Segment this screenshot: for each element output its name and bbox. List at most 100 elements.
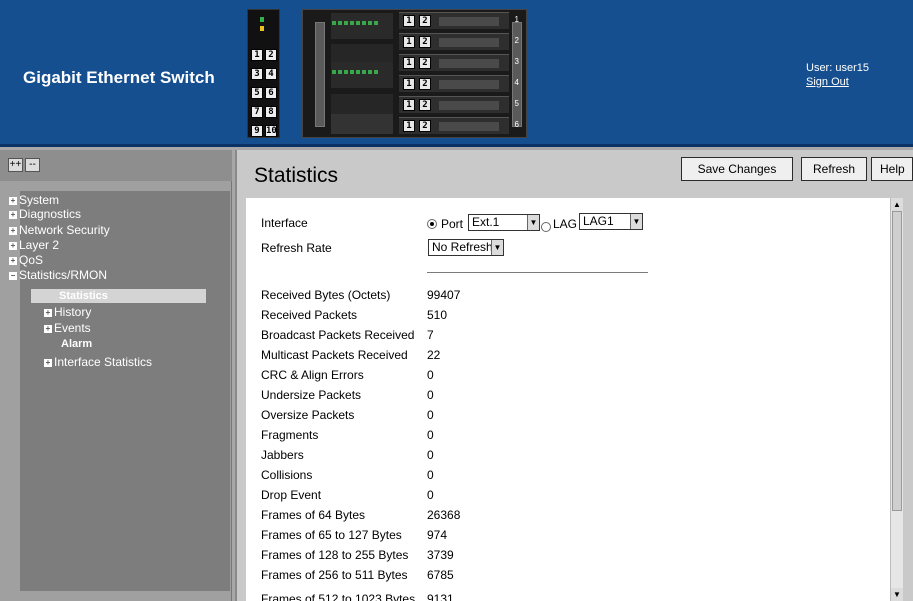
bay-module-label: 1 (403, 15, 415, 27)
expand-icon: + (9, 240, 17, 250)
fan-module (331, 62, 393, 88)
nav-item-statistics-rmon[interactable]: − Statistics/RMON (9, 268, 107, 282)
nav-item-label: QoS (19, 253, 44, 267)
nav-item-layer-2[interactable]: + Layer 2 (9, 238, 59, 252)
stat-value: 0 (427, 368, 434, 382)
statistics-content: Interface Port Ext.1 ▼ LAG LAG1 ▼ Refres… (246, 198, 903, 601)
page-title: Statistics (254, 164, 339, 187)
port-number: 4 (265, 68, 277, 80)
bay-module-label: 1 (403, 120, 415, 132)
port-select[interactable]: Ext.1 ▼ (468, 214, 540, 231)
chevron-down-icon: ▼ (527, 215, 539, 230)
collapse-icon: − (9, 270, 17, 280)
stat-value: 0 (427, 388, 434, 402)
nav-item-label: System (19, 193, 60, 207)
nav-item-label: Events (54, 321, 91, 335)
app-title: Gigabit Ethernet Switch (23, 68, 215, 87)
user-info: User: user15 Sign Out (806, 61, 869, 89)
user-label: User: user15 (806, 62, 869, 74)
stat-label: Drop Event (261, 488, 322, 502)
stat-value: 0 (427, 408, 434, 422)
stat-label: Oversize Packets (261, 408, 355, 422)
nav-item-network-security[interactable]: + Network Security (9, 223, 110, 237)
bay-number: 4 (514, 78, 519, 87)
status-led (260, 26, 264, 31)
stat-value: 22 (427, 348, 441, 362)
stat-label: Received Packets (261, 308, 358, 322)
stat-label: Received Bytes (Octets) (261, 288, 391, 302)
port-select-value: Ext.1 (472, 215, 500, 229)
port-number: 7 (251, 106, 263, 118)
port-number: 8 (265, 106, 277, 118)
chevron-down-icon: ▼ (630, 214, 642, 229)
stat-value: 510 (427, 308, 448, 322)
nav-item-qos[interactable]: + QoS (9, 253, 43, 267)
chevron-down-icon: ▼ (491, 240, 503, 255)
nav-item-history[interactable]: + History (44, 305, 91, 319)
nav-item-interface-statistics[interactable]: + Interface Statistics (44, 355, 152, 369)
stat-value: 6785 (427, 568, 454, 582)
expand-icon: + (9, 209, 17, 219)
switch-front-panel-image: 12 34 56 78 9 10 (247, 9, 280, 138)
port-number: 9 (251, 125, 263, 137)
bay-module-label: 2 (419, 36, 431, 48)
stat-label: Frames of 128 to 255 Bytes (261, 548, 409, 562)
stat-label: Broadcast Packets Received (261, 328, 415, 342)
lag-radio[interactable] (541, 222, 551, 232)
save-changes-button[interactable]: Save Changes (681, 157, 793, 181)
lag-select[interactable]: LAG1 ▼ (579, 213, 643, 230)
blade-chassis-image: 1 2 1 1 2 2 1 2 3 1 2 4 1 2 5 1 2 6 (302, 9, 527, 138)
expand-icon: + (9, 195, 17, 205)
stat-value: 99407 (427, 288, 461, 302)
blade-bay: 1 2 1 (399, 12, 519, 29)
port-label: Port (441, 217, 464, 231)
stat-value: 26368 (427, 508, 461, 522)
stat-value: 9131 (427, 592, 454, 601)
bay-module-label: 2 (419, 99, 431, 111)
expand-all-button[interactable]: ++ (8, 158, 23, 172)
stat-label: Frames of 65 to 127 Bytes (261, 528, 402, 542)
bay-module-label: 2 (419, 15, 431, 27)
expand-icon: + (9, 255, 17, 265)
nav-item-label: Statistics/RMON (19, 268, 108, 282)
blade-bay: 1 2 6 (399, 117, 519, 134)
sign-out-link[interactable]: Sign Out (806, 75, 869, 89)
collapse-all-button[interactable]: -- (25, 158, 40, 172)
help-button[interactable]: Help (871, 157, 913, 181)
nav-item-statistics-selected[interactable]: Statistics (31, 289, 206, 303)
bay-number: 2 (514, 36, 519, 45)
bay-module-label: 2 (419, 57, 431, 69)
nav-item-label: Layer 2 (19, 238, 60, 252)
stat-value: 7 (427, 328, 434, 342)
chassis-handle (315, 22, 325, 127)
refresh-rate-label: Refresh Rate (261, 241, 332, 255)
nav-item-diagnostics[interactable]: + Diagnostics (9, 207, 81, 221)
vertical-scrollbar[interactable]: ▲ ▼ (890, 198, 903, 601)
stat-value: 974 (427, 528, 448, 542)
port-radio[interactable] (427, 219, 437, 229)
nav-toolbar: ++ -- (0, 150, 232, 181)
port-number: 10 (265, 125, 277, 137)
bay-number: 5 (514, 99, 519, 108)
blade-bay: 1 2 3 (399, 54, 519, 71)
bay-module-label: 1 (403, 57, 415, 69)
refresh-rate-select[interactable]: No Refresh ▼ (428, 239, 504, 256)
scroll-down-icon[interactable]: ▼ (891, 588, 903, 601)
lag-label: LAG (553, 217, 578, 231)
nav-item-label: Interface Statistics (54, 355, 153, 369)
bay-number: 6 (514, 120, 519, 129)
nav-item-alarm[interactable]: Alarm (61, 337, 92, 351)
blade-bay: 1 2 2 (399, 33, 519, 50)
port-number: 1 (251, 49, 263, 61)
scrollbar-thumb[interactable] (892, 211, 902, 511)
nav-item-system[interactable]: + System (9, 193, 59, 207)
scroll-up-icon[interactable]: ▲ (891, 198, 903, 211)
interface-label: Interface (261, 216, 308, 230)
stat-label: Frames of 64 Bytes (261, 508, 366, 522)
stat-label: Frames of 512 to 1023 Bytes (261, 592, 416, 601)
stat-value: 0 (427, 468, 434, 482)
stat-label: Jabbers (261, 448, 304, 462)
refresh-button[interactable]: Refresh (801, 157, 867, 181)
nav-item-events[interactable]: + Events (44, 321, 91, 335)
stat-value: 0 (427, 488, 434, 502)
